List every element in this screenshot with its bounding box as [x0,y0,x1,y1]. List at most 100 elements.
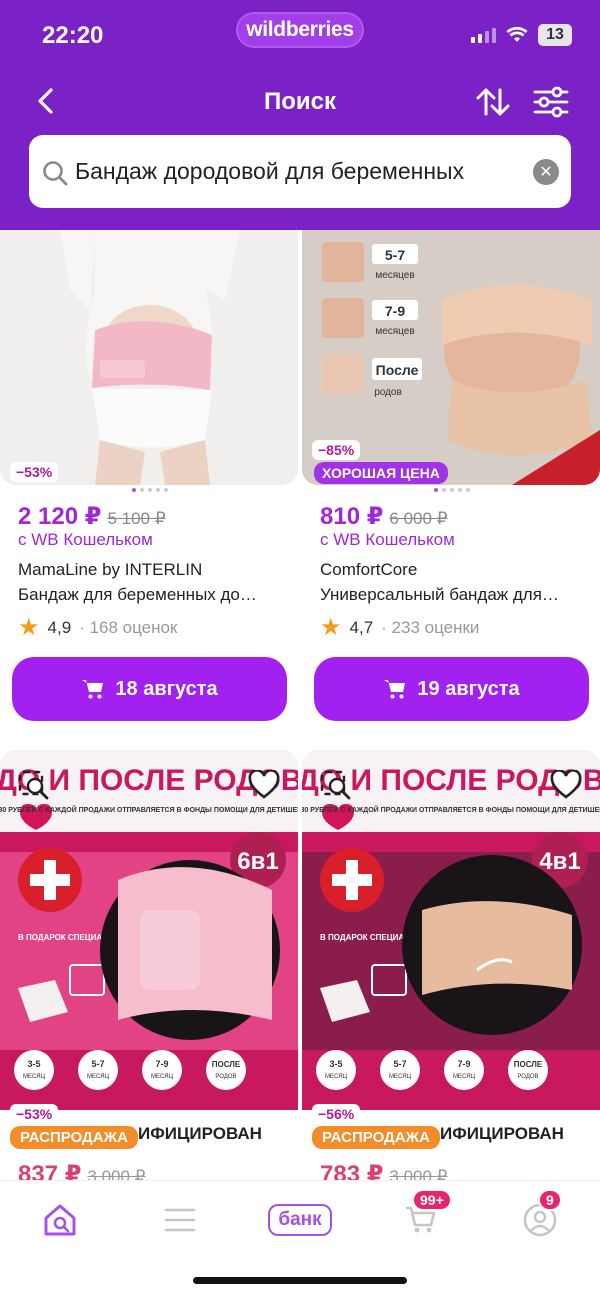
product-image[interactable]: ДО И ПОСЛЕ РОДОВ 30 РУБЛЕЙ С КАЖДОЙ ПРОД… [0,750,298,1150]
product-name: Бандаж для беременных до… [18,585,257,604]
add-to-cart-button[interactable]: 19 августа [314,657,589,721]
stage-sub: МЕСЯЦ [325,1074,348,1080]
image-label: 7-9 [385,303,405,319]
product-card[interactable]: 5-7 месяцев 7-9 месяцев После родов −85%… [302,230,600,730]
product-card[interactable]: ДО И ПОСЛЕ РОДОВ 30 РУБЛЕЙ С КАЖДОЙ ПРОД… [0,750,300,1180]
sale-badge: РАСПРОДАЖА [312,1126,440,1149]
delivery-date: 18 августа [115,677,218,700]
filter-icon[interactable] [532,84,570,120]
favorite-heart-icon[interactable] [550,770,582,800]
home-indicator [193,1277,407,1284]
tab-home-search[interactable] [30,1195,90,1245]
tab-catalog[interactable] [150,1195,210,1245]
tab-profile[interactable]: 9 [510,1189,570,1245]
certified-text: ИФИЦИРОВАН [440,1124,564,1143]
battery-indicator: 13 [538,24,572,46]
sale-badge: РАСПРОДАЖА [10,1126,138,1149]
stage-label: 5-7 [393,1059,406,1069]
search-query: Бандаж дородовой для беременных [75,158,465,184]
rating-score: 4,9 [47,618,72,637]
search-icon [43,161,68,186]
bank-label: банк [268,1204,332,1236]
price-row: 2 120 ₽ 5 100 ₽ [18,502,166,531]
product-grid: −53% 2 120 ₽ 5 100 ₽ с WB Кошельком Mama… [0,230,600,1180]
profile-notification-badge: 9 [538,1189,562,1211]
good-price-badge: ХОРОШАЯ ЦЕНА [314,462,448,484]
favorite-heart-icon[interactable] [248,770,280,800]
wallet-label: с WB Кошельком [320,530,455,549]
price: 2 120 ₽ [18,503,102,530]
image-label: 5-7 [385,247,405,263]
old-price: 6 000 ₽ [389,509,448,528]
status-time: 22:20 [42,22,104,49]
price-row: 837 ₽ 3 000 ₽ [18,1160,146,1180]
stage-sub: МЕСЯЦ [453,1074,476,1080]
brand-name: ComfortCore [320,560,418,579]
tab-cart[interactable]: 99+ [390,1189,452,1245]
image-label: месяцев [375,326,414,337]
bottom-tab-bar: банк 99+ 9 [0,1180,600,1297]
product-photo [0,230,298,485]
sort-icon[interactable] [474,84,512,120]
stage-sub: МЕСЯЦ [151,1074,174,1080]
clear-search-icon[interactable]: ✕ [533,159,559,185]
star-icon: ★ [18,614,40,641]
menu-icon [164,1208,196,1232]
old-price: 5 100 ₽ [107,509,166,528]
stage-label: 3-5 [329,1059,342,1069]
price: 810 ₽ [320,503,384,530]
cart-icon [82,680,104,699]
rating-count: · 233 оценки [381,618,480,637]
search-input[interactable]: Бандаж дородовой для беременных ✕ [29,135,571,208]
similar-search-icon[interactable] [18,770,52,800]
discount-badge: −53% [10,462,59,482]
price: 783 ₽ [320,1161,384,1180]
stage-sub: МЕСЯЦ [87,1074,110,1080]
star-icon: ★ [320,614,342,641]
image-label: После [376,362,419,378]
product-card[interactable]: ДО И ПОСЛЕ РОДОВ 30 РУБЛЕЙ С КАЖДОЙ ПРОД… [302,750,600,1180]
stage-label: 3-5 [27,1059,40,1069]
price-row: 783 ₽ 3 000 ₽ [320,1160,448,1180]
wallet-label: с WB Кошельком [18,530,153,549]
image-pagination [302,488,600,492]
product-image[interactable]: ДО И ПОСЛЕ РОДОВ 30 РУБЛЕЙ С КАЖДОЙ ПРОД… [302,750,600,1150]
rating: ★ 4,9 · 168 оценок [18,616,177,640]
wifi-icon [506,26,528,42]
multi-badge: 4в1 [539,848,580,875]
product-banner: ДО И ПОСЛЕ РОДОВ 30 РУБЛЕЙ С КАЖДОЙ ПРОД… [0,750,298,1150]
image-pagination [0,488,300,492]
product-card[interactable]: −53% 2 120 ₽ 5 100 ₽ с WB Кошельком Mama… [0,230,300,730]
stage-label: 5-7 [91,1059,104,1069]
home-search-icon [44,1204,76,1236]
image-label: родов [374,387,402,398]
signal-icon [471,27,496,43]
tab-bank[interactable]: банк [260,1195,340,1245]
delivery-date: 19 августа [417,677,520,700]
header: 22:20 wildberries 13 Поиск Бандаж дородо… [0,0,600,230]
stage-sub: РОДОВ [215,1074,236,1080]
stage-sub: МЕСЯЦ [389,1074,412,1080]
stage-label: ПОСЛЕ [514,1060,543,1069]
stage-sub: МЕСЯЦ [23,1074,46,1080]
stage-label: 7-9 [457,1059,470,1069]
product-banner: ДО И ПОСЛЕ РОДОВ 30 РУБЛЕЙ С КАЖДОЙ ПРОД… [302,750,600,1150]
stage-label: ПОСЛЕ [212,1060,241,1069]
price-row: 810 ₽ 6 000 ₽ [320,502,448,531]
stage-label: 7-9 [155,1059,168,1069]
product-image[interactable]: −53% [0,230,298,485]
old-price: 3 000 ₽ [389,1167,448,1180]
similar-search-icon[interactable] [320,770,354,800]
rating-score: 4,7 [349,618,374,637]
banner-subtitle: 30 РУБЛЕЙ С КАЖДОЙ ПРОДАЖИ ОТПРАВЛЯЕТСЯ … [302,805,600,814]
rating-count: · 168 оценок [79,618,178,637]
discount-badge: −85% [312,440,361,460]
stage-sub: РОДОВ [517,1074,538,1080]
price: 837 ₽ [18,1161,82,1180]
image-label: месяцев [375,270,414,281]
wildberries-logo: wildberries [236,12,364,48]
brand-name: MamaLine by INTERLIN [18,560,203,579]
add-to-cart-button[interactable]: 18 августа [12,657,287,721]
product-image[interactable]: 5-7 месяцев 7-9 месяцев После родов −85%… [302,230,600,485]
status-icons: 13 [471,24,572,46]
